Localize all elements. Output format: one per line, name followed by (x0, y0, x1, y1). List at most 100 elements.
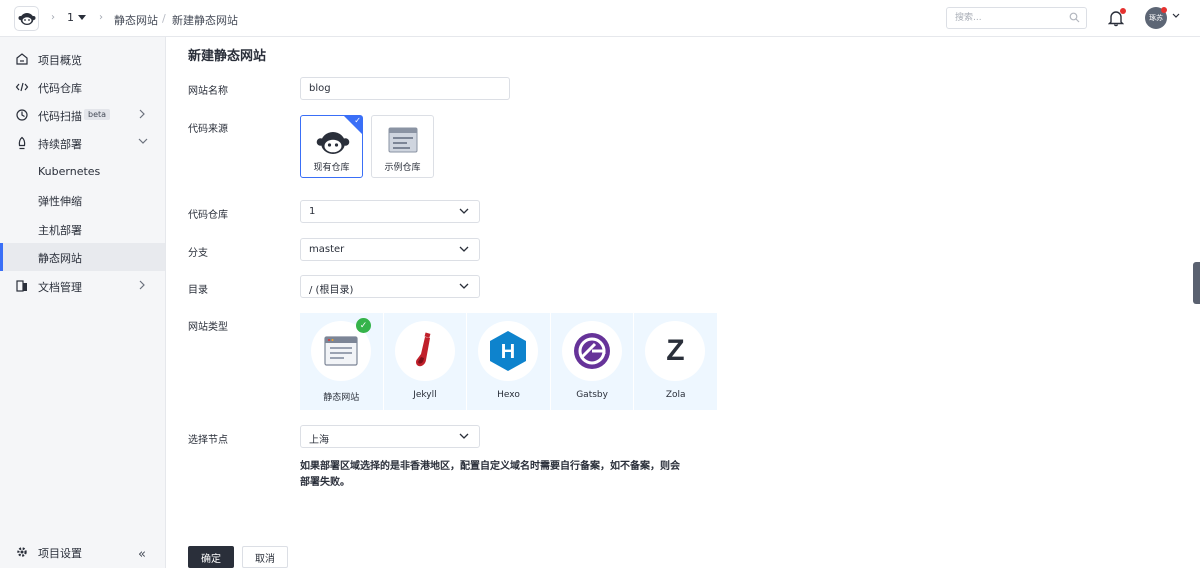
search-box (946, 7, 1087, 29)
source-option-sample[interactable]: 示例仓库 (371, 115, 434, 178)
page-title: 新建静态网站 (188, 49, 267, 64)
site-type-label: 网站类型 (188, 322, 228, 333)
search-input[interactable] (947, 8, 1065, 28)
node-select[interactable]: 上海 (300, 425, 480, 448)
search-icon (1069, 12, 1080, 23)
chevron-down-icon (459, 246, 469, 252)
code-icon (15, 82, 29, 92)
project-name: 1 (67, 11, 74, 24)
site-name-label: 网站名称 (188, 86, 228, 97)
monkey-logo-icon (18, 13, 35, 25)
dir-select[interactable]: / (根目录) (300, 275, 480, 298)
repo-select-value: 1 (309, 206, 316, 217)
site-name-input[interactable]: blog (300, 77, 510, 100)
dir-select-value: / (根目录) (309, 285, 354, 296)
sidebar-item-label: 项目设置 (38, 547, 82, 560)
source-option-label: 示例仓库 (384, 163, 421, 173)
site-type-icon-bg: Z (645, 321, 706, 381)
branch-select[interactable]: master (300, 238, 480, 261)
source-option-existing[interactable]: 现有仓库 ✓ (300, 115, 363, 178)
rocket-icon (18, 136, 26, 150)
notification-dot (1120, 8, 1126, 14)
beta-badge: beta (84, 109, 111, 120)
confirm-button[interactable]: 确定 (188, 546, 234, 568)
chevron-right-icon (139, 280, 145, 290)
home-icon (16, 53, 28, 65)
site-type-picker: ✓ 静态网站 Jekyll H Hexo Gatsby Z Zola (300, 313, 718, 410)
sidebar-item-label: 代码扫描 (38, 110, 82, 123)
hexo-icon: H (490, 331, 527, 371)
source-option-label: 现有仓库 (313, 163, 350, 173)
site-type-static[interactable]: ✓ 静态网站 (300, 313, 384, 410)
check-icon: ✓ (354, 116, 361, 125)
site-type-zola[interactable]: Z Zola (634, 313, 718, 410)
sidebar-item-autoscale[interactable]: 弹性伸缩 (0, 186, 165, 214)
site-type-gatsby[interactable]: Gatsby (551, 313, 635, 410)
sidebar-item-label: 弹性伸缩 (38, 195, 82, 208)
chevron-down-icon[interactable] (1172, 13, 1180, 19)
jekyll-icon (415, 332, 431, 367)
branch-label: 分支 (188, 248, 208, 259)
sidebar-item-label: 代码仓库 (38, 82, 82, 95)
sidebar-item-host-deploy[interactable]: 主机部署 (0, 215, 165, 243)
site-type-jekyll[interactable]: Jekyll (384, 313, 468, 410)
caret-down-icon (78, 15, 86, 20)
site-type-icon-bg: H (478, 321, 539, 381)
repo-label: 代码仓库 (188, 210, 228, 221)
repo-select[interactable]: 1 (300, 200, 480, 223)
main-content: 新建静态网站 网站名称 blog 代码来源 现有仓库 ✓ 示例仓库 代码仓库 1… (166, 37, 1200, 568)
site-type-label-text: Hexo (497, 390, 520, 400)
hexo-icon-letter: H (501, 341, 515, 363)
sidebar-item-label: Kubernetes (38, 165, 101, 178)
node-select-value: 上海 (309, 435, 329, 446)
breadcrumb-static-site[interactable]: 静态网站 (114, 12, 158, 28)
site-type-label-text: 静态网站 (323, 393, 360, 403)
sidebar-item-kubernetes[interactable]: Kubernetes (0, 158, 165, 186)
chevron-down-icon (459, 283, 469, 289)
scan-icon (16, 109, 28, 121)
doc-icon (16, 280, 27, 292)
selected-check-icon: ✓ (356, 318, 371, 333)
region-notice: 如果部署区域选择的是非香港地区，配置自定义域名时需要自行备案，如不备案，则会部署… (300, 461, 680, 488)
sidebar-item-label: 静态网站 (38, 252, 82, 265)
gear-icon (17, 547, 27, 557)
sidebar-item-docs[interactable]: 文档管理 (0, 272, 165, 300)
chevron-right-icon (139, 109, 145, 119)
site-type-icon-bg (394, 321, 455, 381)
collapse-sidebar-icon[interactable]: « (138, 547, 146, 562)
top-bar: › 1 › 静态网站 / 新建静态网站 琢苏 (0, 0, 1200, 37)
sidebar-item-overview[interactable]: 项目概览 (0, 45, 165, 73)
sidebar-item-label: 文档管理 (38, 281, 82, 294)
chevron-down-icon (459, 208, 469, 214)
chevron-right-icon: › (51, 12, 55, 23)
site-type-icon-bg (561, 321, 622, 381)
sidebar-item-label: 主机部署 (38, 224, 82, 237)
cancel-button[interactable]: 取消 (242, 546, 288, 568)
chevron-right-icon: › (99, 12, 103, 23)
sidebar-item-code-scan[interactable]: 代码扫描 beta (0, 101, 165, 129)
sidebar: 项目概览 代码仓库 代码扫描 beta 持续部署 Kubernetes 弹性伸缩… (0, 37, 166, 568)
site-type-label-text: Zola (665, 390, 686, 400)
source-label: 代码来源 (188, 124, 228, 135)
site-type-hexo[interactable]: H Hexo (467, 313, 551, 410)
gatsby-icon (573, 333, 610, 369)
dir-label: 目录 (188, 285, 208, 296)
sidebar-item-code-repo[interactable]: 代码仓库 (0, 73, 165, 101)
template-window-icon (388, 127, 418, 153)
zola-icon: Z (666, 334, 685, 367)
sidebar-item-label: 项目概览 (38, 54, 82, 67)
project-selector[interactable]: 1 (67, 11, 86, 24)
sidebar-item-continuous-deploy[interactable]: 持续部署 (0, 129, 165, 157)
site-type-label-text: Gatsby (576, 390, 608, 400)
site-type-label-text: Jekyll (413, 390, 437, 400)
breadcrumb-current: 新建静态网站 (172, 14, 238, 27)
floating-side-tab[interactable] (1193, 262, 1200, 304)
app-logo[interactable] (14, 6, 39, 31)
avatar-badge-dot (1161, 7, 1167, 13)
breadcrumb-separator: / (162, 12, 166, 25)
user-initials: 琢苏 (1149, 14, 1163, 22)
branch-select-value: master (309, 244, 345, 255)
chevron-down-icon (459, 433, 469, 439)
sidebar-item-static-site[interactable]: 静态网站 (0, 243, 165, 271)
node-label: 选择节点 (188, 435, 228, 446)
